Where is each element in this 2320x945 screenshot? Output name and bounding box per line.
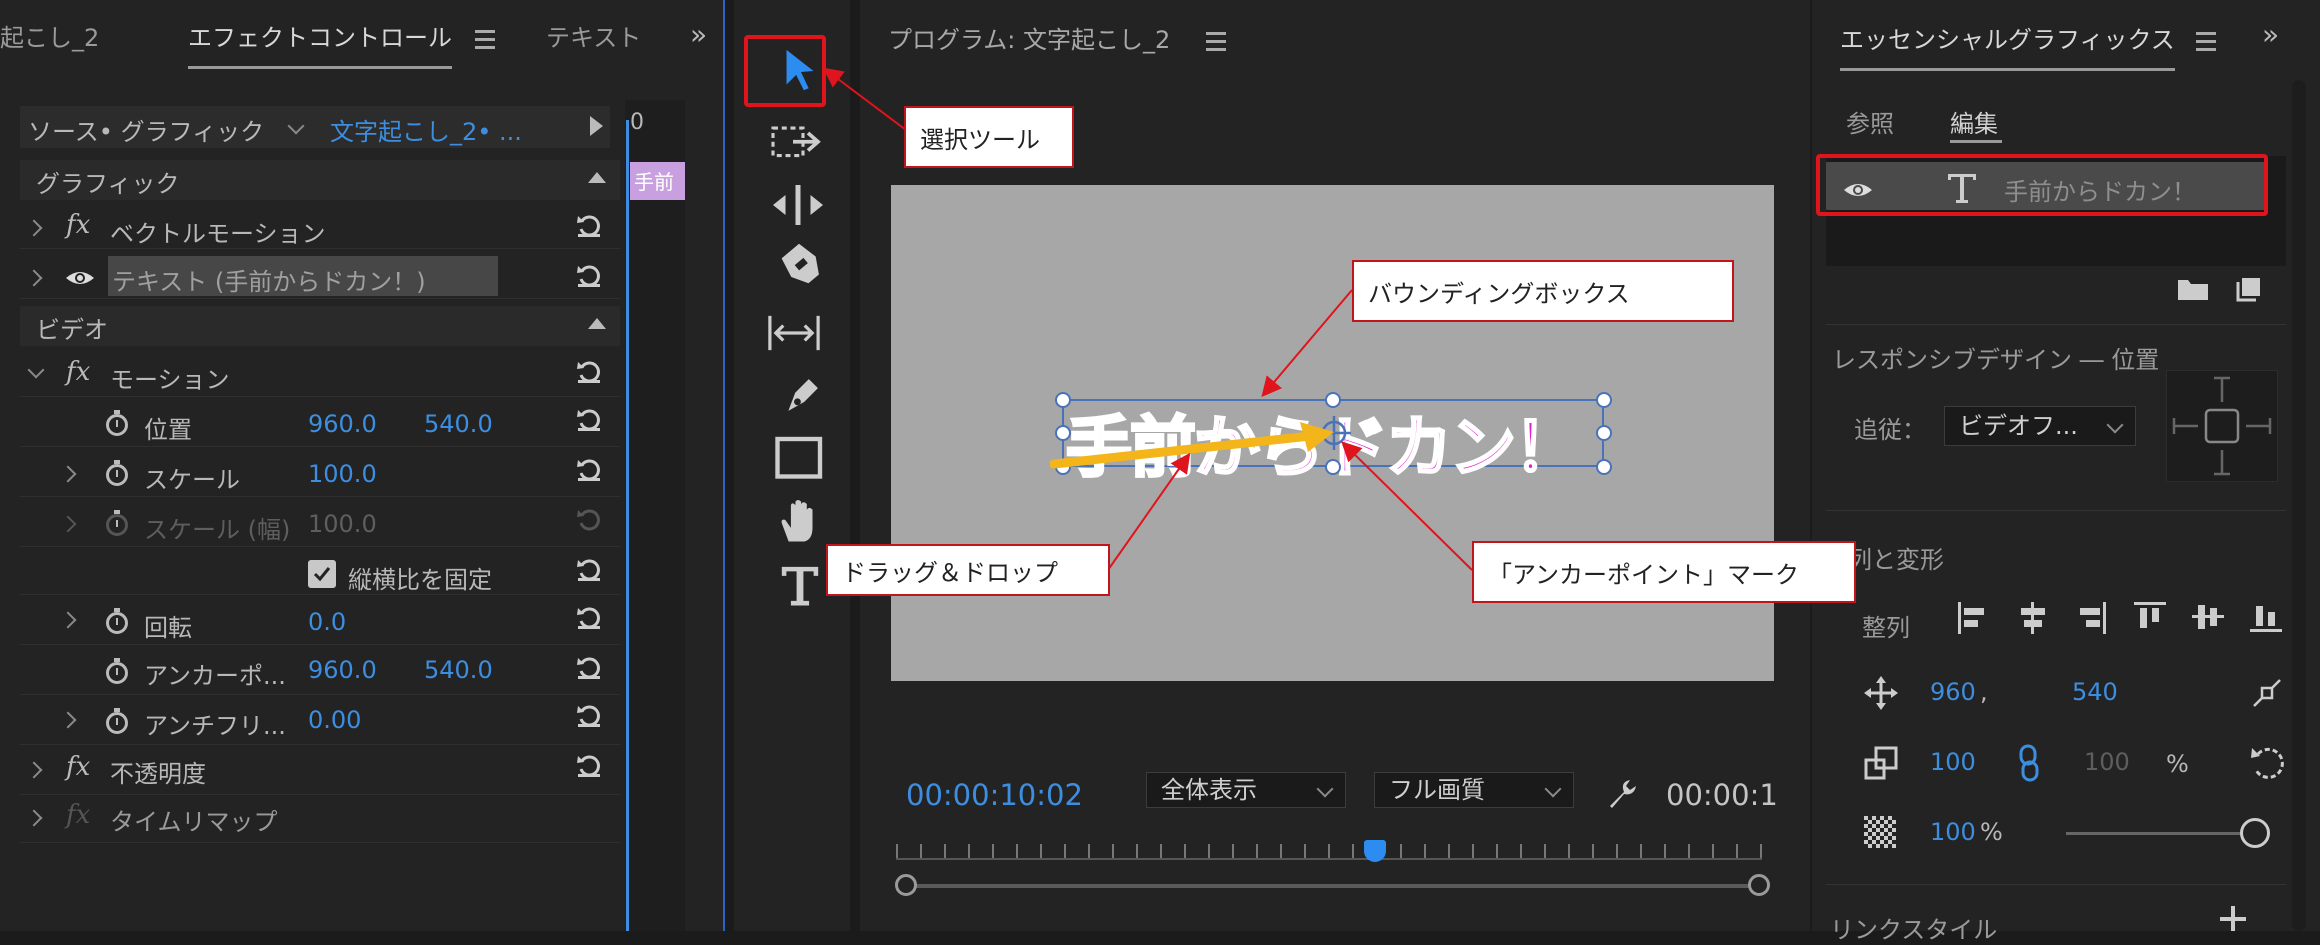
callout-anchor-mark: 「アンカーポイント」マーク: [1472, 541, 1856, 603]
callout-select-tool: 選択ツール: [904, 106, 1074, 168]
callout-leaders: [822, 67, 1473, 571]
callout-drag-drop: ドラッグ＆ドロップ: [826, 544, 1110, 596]
callout-bounding-box: バウンディングボックス: [1352, 260, 1734, 322]
